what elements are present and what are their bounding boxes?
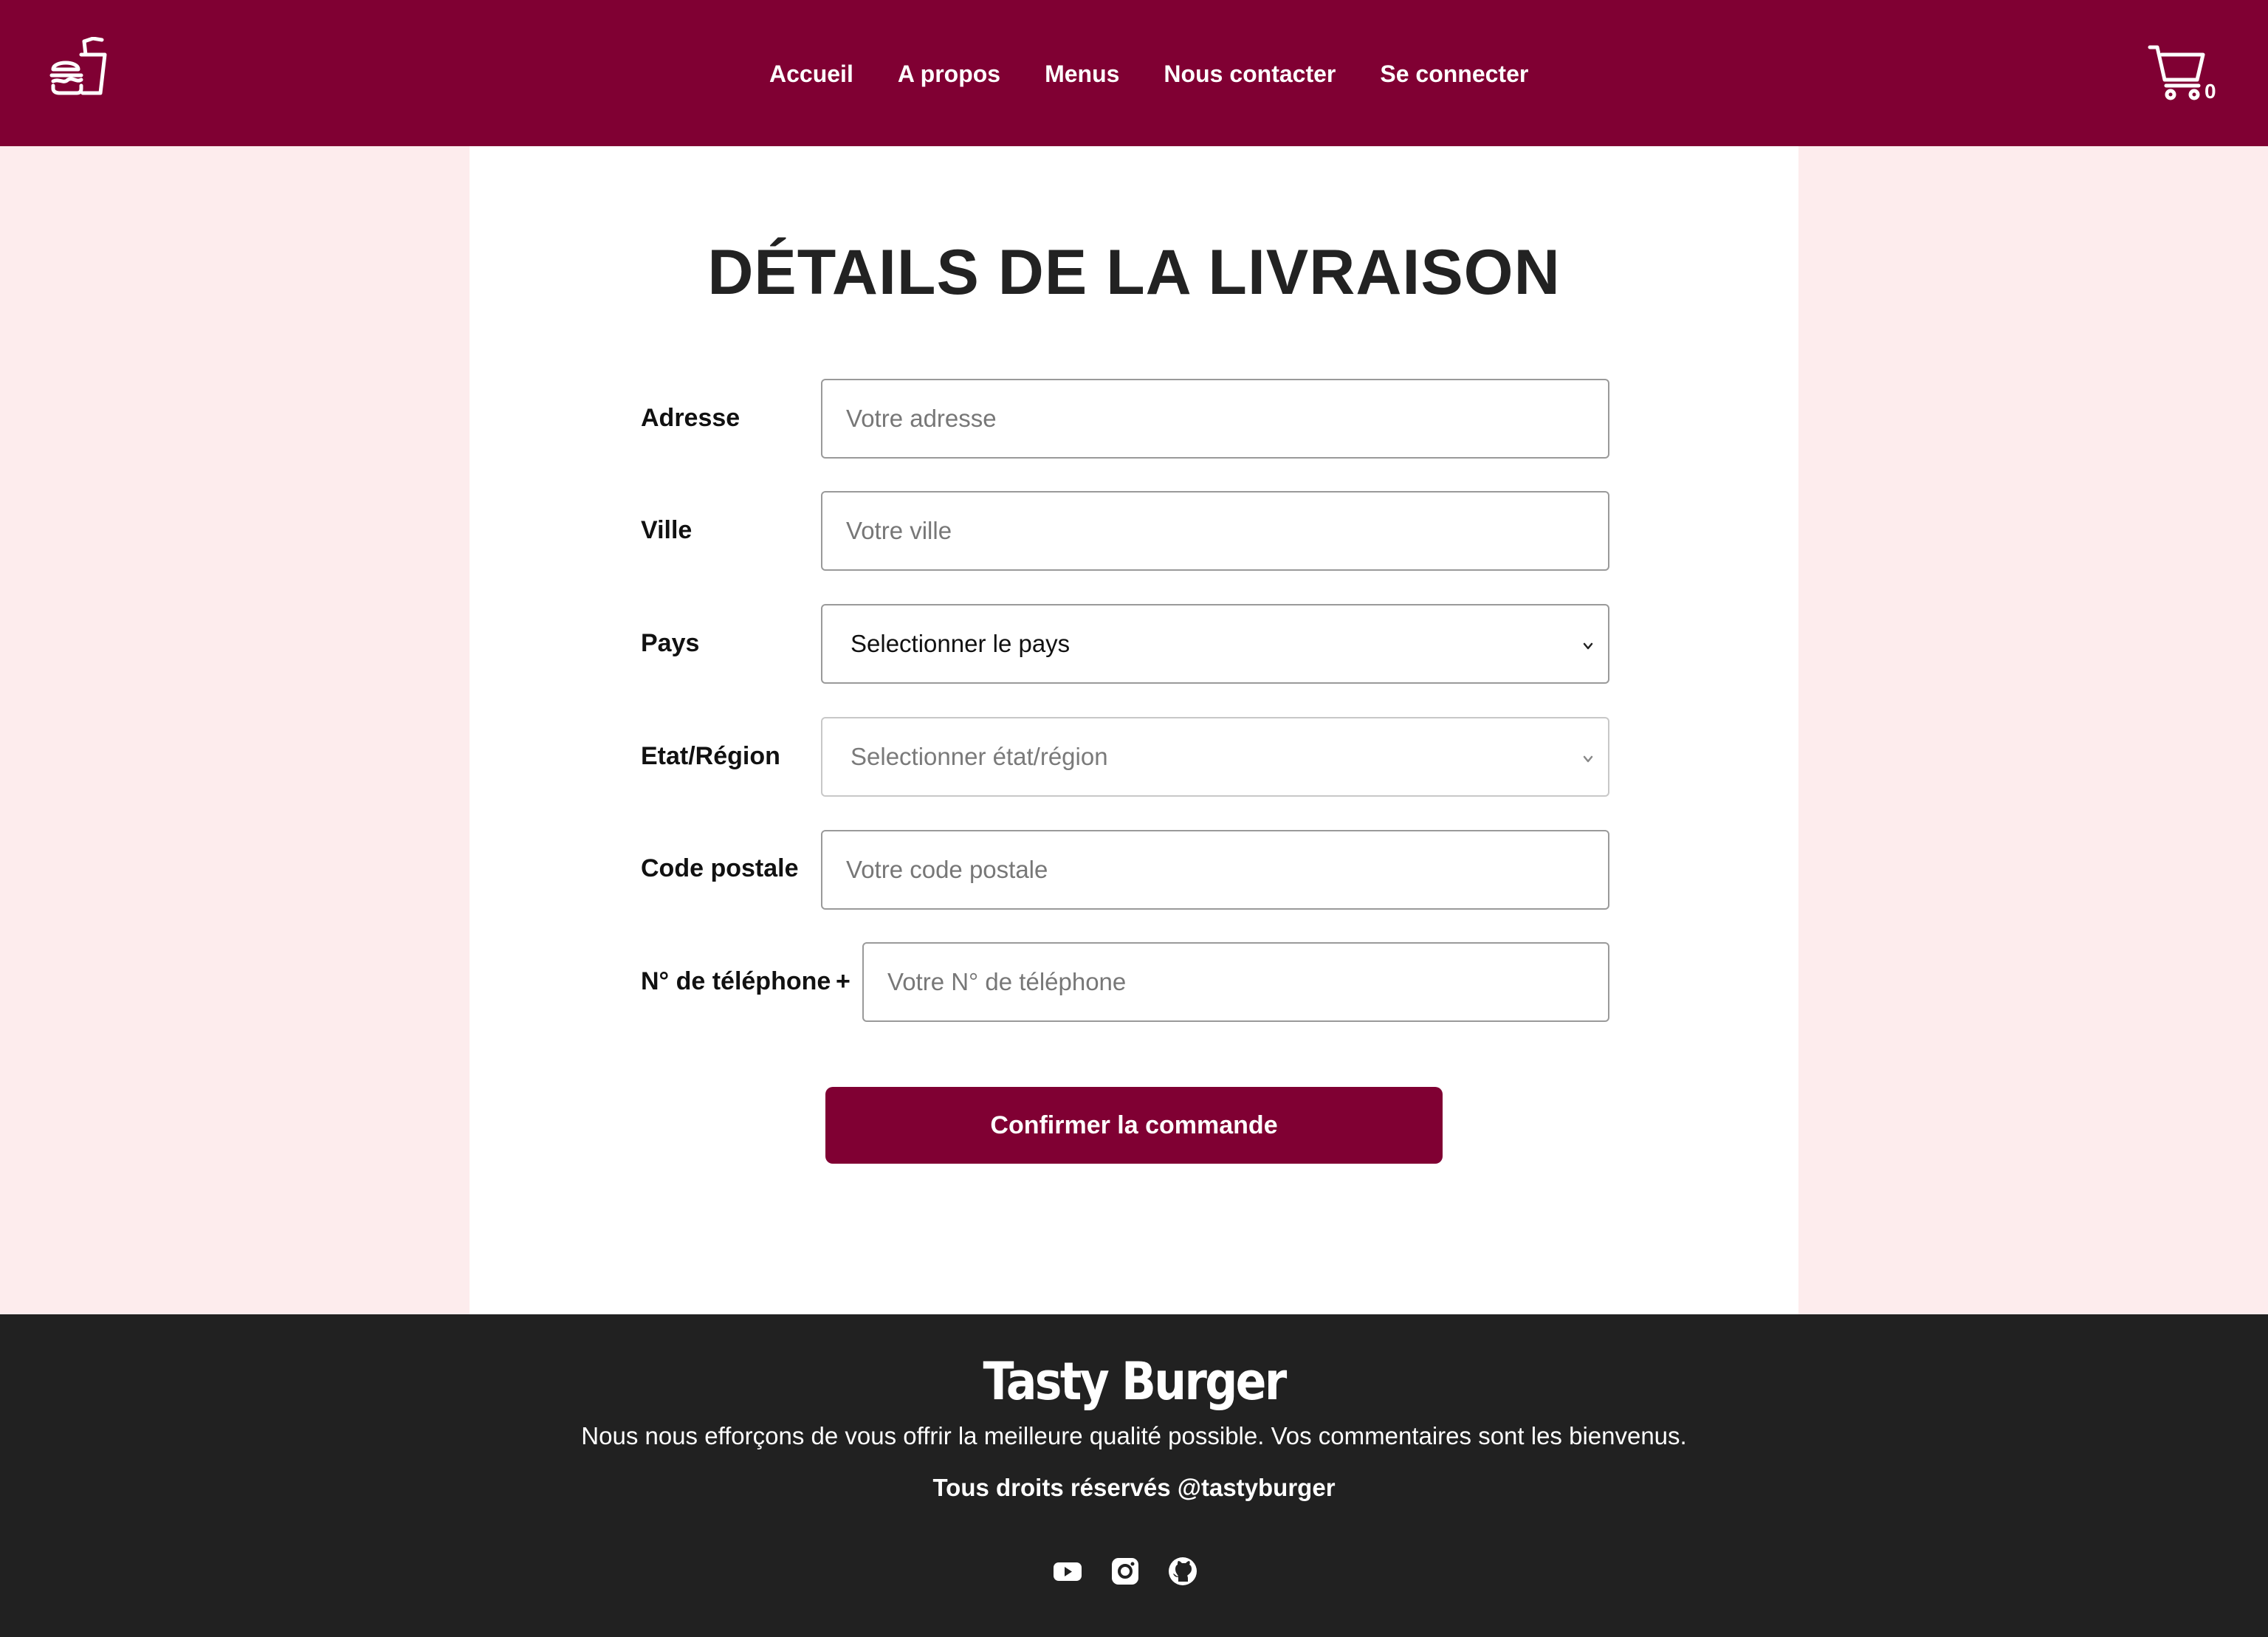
chevron-down-icon [1583, 642, 1593, 650]
nav-link-a-propos[interactable]: A propos [898, 61, 1000, 88]
address-input[interactable] [821, 379, 1609, 459]
region-select[interactable]: Selectionner état/région [821, 717, 1609, 797]
burger-drink-icon[interactable] [49, 37, 108, 96]
footer-brand: Tasty Burger [983, 1351, 1287, 1412]
phone-prefix: + [836, 967, 850, 995]
instagram-icon[interactable] [1110, 1557, 1140, 1586]
confirm-order-button[interactable]: Confirmer la commande [825, 1087, 1443, 1164]
footer-rights: Tous droits réservés @tastyburger [932, 1474, 1336, 1501]
social-links [1053, 1557, 1197, 1586]
footer: Tasty Burger Nous nous efforçons de vous… [0, 1314, 2268, 1637]
country-select-value: Selectionner le pays [850, 630, 1071, 657]
page-title: DÉTAILS DE LA LIVRAISON [707, 237, 1561, 308]
nav-link-menus[interactable]: Menus [1045, 61, 1119, 88]
nav-link-accueil[interactable]: Accueil [769, 61, 853, 88]
region-label: Etat/Région [641, 742, 780, 770]
chevron-down-icon [1583, 755, 1593, 763]
cart-count-badge: 0 [2205, 80, 2216, 103]
footer-tagline: Nous nous efforçons de vous offrir la me… [581, 1422, 1687, 1449]
nav-link-nous-contacter[interactable]: Nous contacter [1164, 61, 1336, 88]
phone-input[interactable] [862, 942, 1609, 1022]
main-nav: Accueil A propos Menus Nous contacter Se… [769, 56, 1528, 92]
country-select[interactable]: Selectionner le pays [821, 604, 1609, 684]
postal-code-label: Code postale [641, 854, 799, 882]
region-select-value: Selectionner état/région [850, 743, 1108, 770]
youtube-icon[interactable] [1053, 1557, 1082, 1586]
github-icon[interactable] [1168, 1557, 1197, 1586]
city-input[interactable] [821, 491, 1609, 571]
nav-link-se-connecter[interactable]: Se connecter [1380, 61, 1528, 88]
postal-code-input[interactable] [821, 830, 1609, 910]
city-label: Ville [641, 516, 693, 544]
top-navbar: Accueil A propos Menus Nous contacter Se… [0, 0, 2268, 146]
country-label: Pays [641, 629, 700, 657]
address-label: Adresse [641, 404, 740, 432]
phone-label: N° de téléphone [641, 967, 831, 995]
cart-icon[interactable] [2147, 43, 2212, 102]
